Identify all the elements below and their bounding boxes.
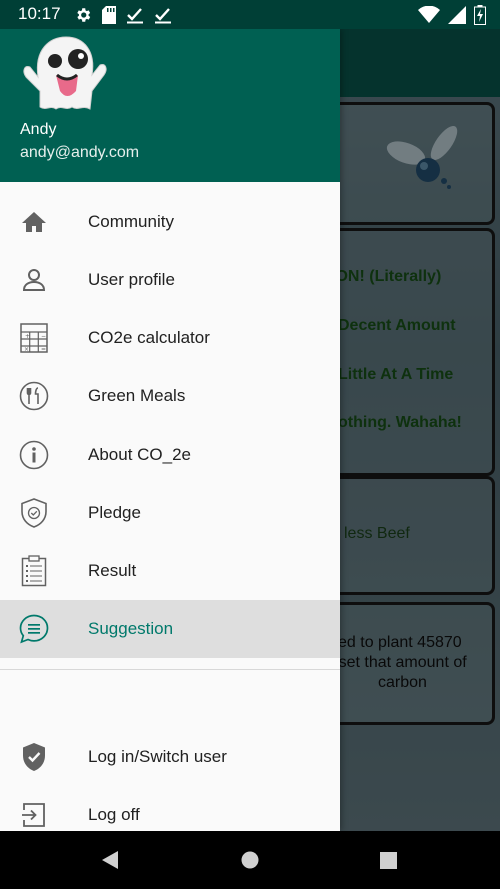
sd-card-icon: [102, 6, 116, 29]
menu-label: Suggestion: [88, 619, 174, 638]
svg-text:+: +: [25, 333, 30, 340]
ghost-avatar: [23, 36, 107, 110]
recents-button[interactable]: [380, 852, 397, 874]
shield-check-filled-icon: [18, 741, 50, 773]
menu-label: Green Meals: [88, 386, 186, 405]
svg-text:−: −: [41, 333, 46, 340]
navigation-drawer: Andy andy@andy.com Community User profil…: [0, 29, 340, 831]
menu-label: User profile: [88, 270, 175, 289]
menu-item-user-profile[interactable]: User profile: [0, 251, 340, 309]
menu-label: Log in/Switch user: [88, 747, 227, 766]
menu-item-community[interactable]: Community: [0, 193, 340, 251]
menu-label: Pledge: [88, 503, 141, 522]
home-circle-icon: [241, 851, 259, 869]
menu-item-pledge[interactable]: Pledge: [0, 484, 340, 542]
clipboard-icon: [18, 555, 50, 587]
menu-label: Log off: [88, 805, 140, 824]
shield-check-icon: [18, 497, 50, 529]
back-button[interactable]: [100, 850, 120, 875]
drawer-header: Andy andy@andy.com: [0, 29, 340, 182]
recents-icon: [380, 852, 397, 869]
utensils-icon: [18, 380, 50, 412]
menu-item-switch-user[interactable]: Log in/Switch user: [0, 728, 340, 786]
battery-icon: [474, 5, 486, 30]
user-email: andy@andy.com: [20, 144, 140, 161]
status-time: 10:17: [18, 4, 61, 23]
menu-label: Community: [88, 212, 174, 231]
back-icon: [102, 851, 118, 869]
status-bar: 10:17: [0, 0, 500, 29]
calculator-icon: + − × =: [18, 322, 50, 354]
person-icon: [18, 264, 50, 296]
menu-label: Result: [88, 561, 137, 580]
menu-item-result[interactable]: Result: [0, 542, 340, 600]
menu-item-suggestion[interactable]: Suggestion: [0, 600, 340, 658]
info-icon: [18, 439, 50, 471]
user-name: Andy: [20, 121, 57, 138]
gear-icon: [74, 6, 92, 29]
home-icon: [18, 206, 50, 238]
svg-text:=: =: [41, 346, 46, 353]
menu-item-green-meals[interactable]: Green Meals: [0, 367, 340, 425]
menu-item-calculator[interactable]: + − × = CO2e calculator: [0, 309, 340, 367]
home-button[interactable]: [241, 851, 259, 874]
menu-item-about[interactable]: About CO_2e: [0, 426, 340, 484]
drawer-divider: [0, 669, 340, 670]
logout-icon: [18, 799, 50, 831]
menu-label: CO2e calculator: [88, 328, 210, 347]
menu-label: About CO_2e: [88, 445, 192, 464]
svg-text:×: ×: [24, 346, 29, 353]
system-nav-bar: [0, 831, 500, 889]
wifi-icon: [418, 5, 440, 29]
signal-icon: [448, 6, 466, 29]
chat-icon: [18, 613, 50, 645]
check-icon: [126, 6, 144, 29]
check-icon: [154, 6, 172, 29]
